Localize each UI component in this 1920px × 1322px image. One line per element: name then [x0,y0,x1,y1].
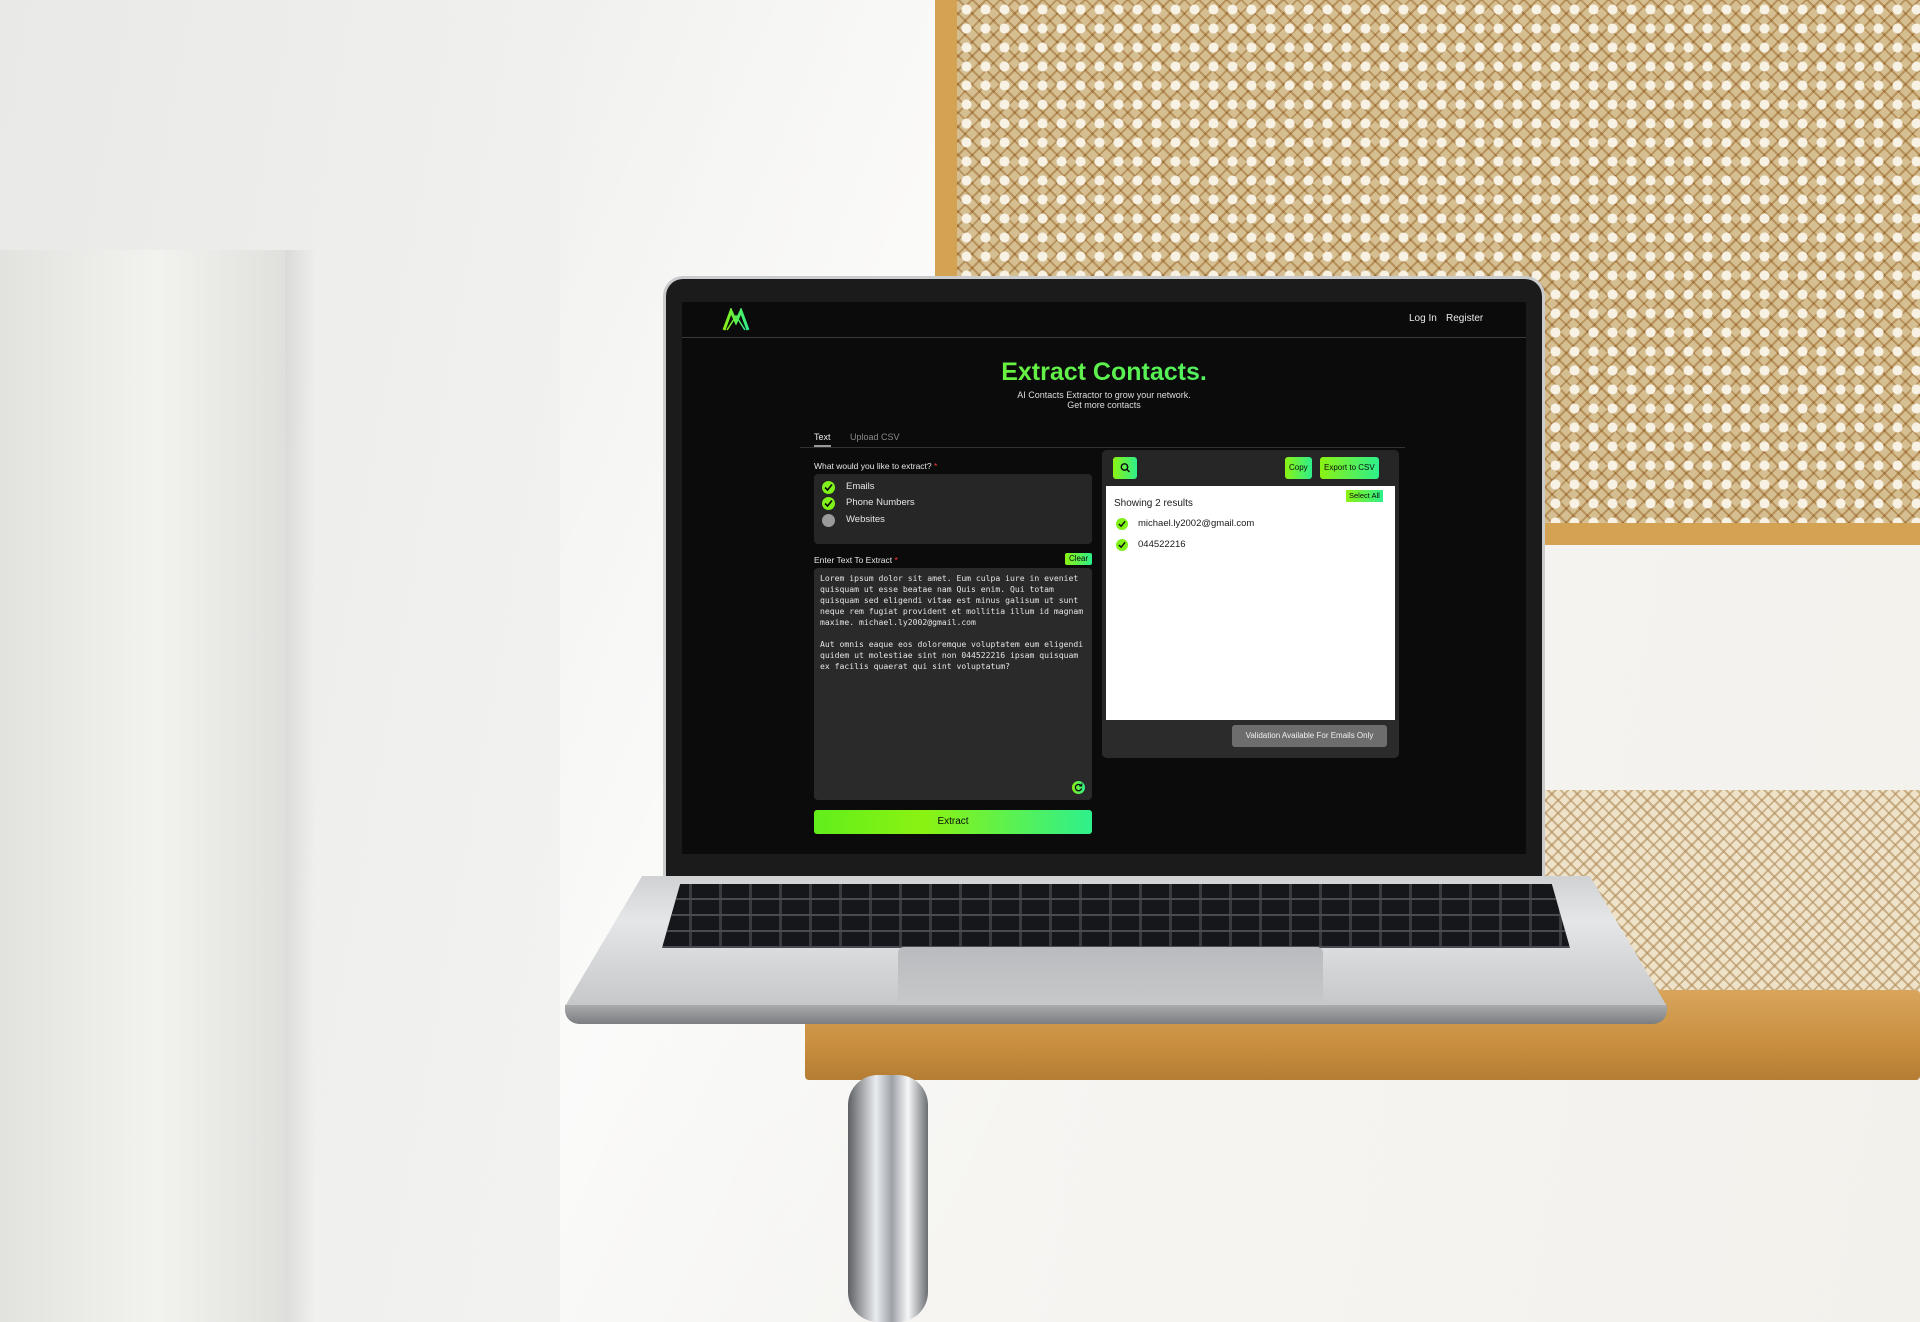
app-logo-icon[interactable] [722,308,750,332]
laptop-base-edge [565,1005,1667,1024]
results-footer: Validation Available For Emails Only [1102,720,1399,758]
pillar-shadow [285,250,315,1322]
check-icon [1116,518,1128,530]
results-panel: Copy Export to CSV Showing 2 results Sel… [1102,450,1399,758]
laptop-keyboard [662,884,1570,948]
page-subtitle: AI Contacts Extractor to grow your netwo… [1017,390,1191,400]
required-mark: * [894,555,898,565]
clear-button[interactable]: Clear [1065,553,1093,565]
laptop-screen: Log In Register Extract Contacts. AI Con… [682,302,1526,854]
extract-options-label-text: What would you like to extract? [814,461,932,471]
search-icon [1120,463,1130,473]
option-label: Websites [846,514,885,525]
extract-options-label: What would you like to extract? * [814,461,937,471]
page-subtitle-secondary: Get more contacts [1067,400,1141,410]
results-toolbar: Copy Export to CSV [1102,450,1399,482]
export-csv-button[interactable]: Export to CSV [1320,457,1379,479]
extract-options: Emails Phone Numbers Websites [814,474,1092,544]
option-label: Emails [846,481,875,492]
unchecked-circle-icon [822,514,835,527]
check-icon [822,481,835,494]
text-input-label-text: Enter Text To Extract [814,555,893,565]
check-icon [822,497,835,510]
result-value: michael.ly2002@gmail.com [1138,518,1255,529]
search-button[interactable] [1113,457,1137,479]
tab-upload-csv[interactable]: Upload CSV [850,432,900,442]
top-nav: Log In Register [682,302,1526,338]
select-all-button[interactable]: Select All [1346,490,1383,502]
input-tabs: Text Upload CSV [800,428,1405,448]
required-mark: * [934,461,938,471]
validation-button[interactable]: Validation Available For Emails Only [1232,725,1387,747]
check-icon [1116,539,1128,551]
register-link[interactable]: Register [1446,313,1483,324]
extract-button[interactable]: Extract [814,810,1092,834]
option-label: Phone Numbers [846,497,915,508]
laptop-trackpad [898,947,1323,1009]
wall-pillar [0,250,285,1322]
text-input-label: Enter Text To Extract * [814,555,898,565]
results-count: Showing 2 results [1114,498,1193,509]
refresh-icon[interactable] [1072,781,1085,794]
tab-text[interactable]: Text [814,432,831,447]
extract-text-area[interactable]: Lorem ipsum dolor sit amet. Eum culpa iu… [814,568,1092,800]
login-link[interactable]: Log In [1409,313,1437,324]
results-list: Showing 2 results Select All michael.ly2… [1106,486,1395,720]
copy-button[interactable]: Copy [1285,457,1312,479]
result-value: 044522216 [1138,539,1186,550]
page-title: Extract Contacts. [682,358,1526,387]
chrome-table-leg [848,1075,928,1322]
